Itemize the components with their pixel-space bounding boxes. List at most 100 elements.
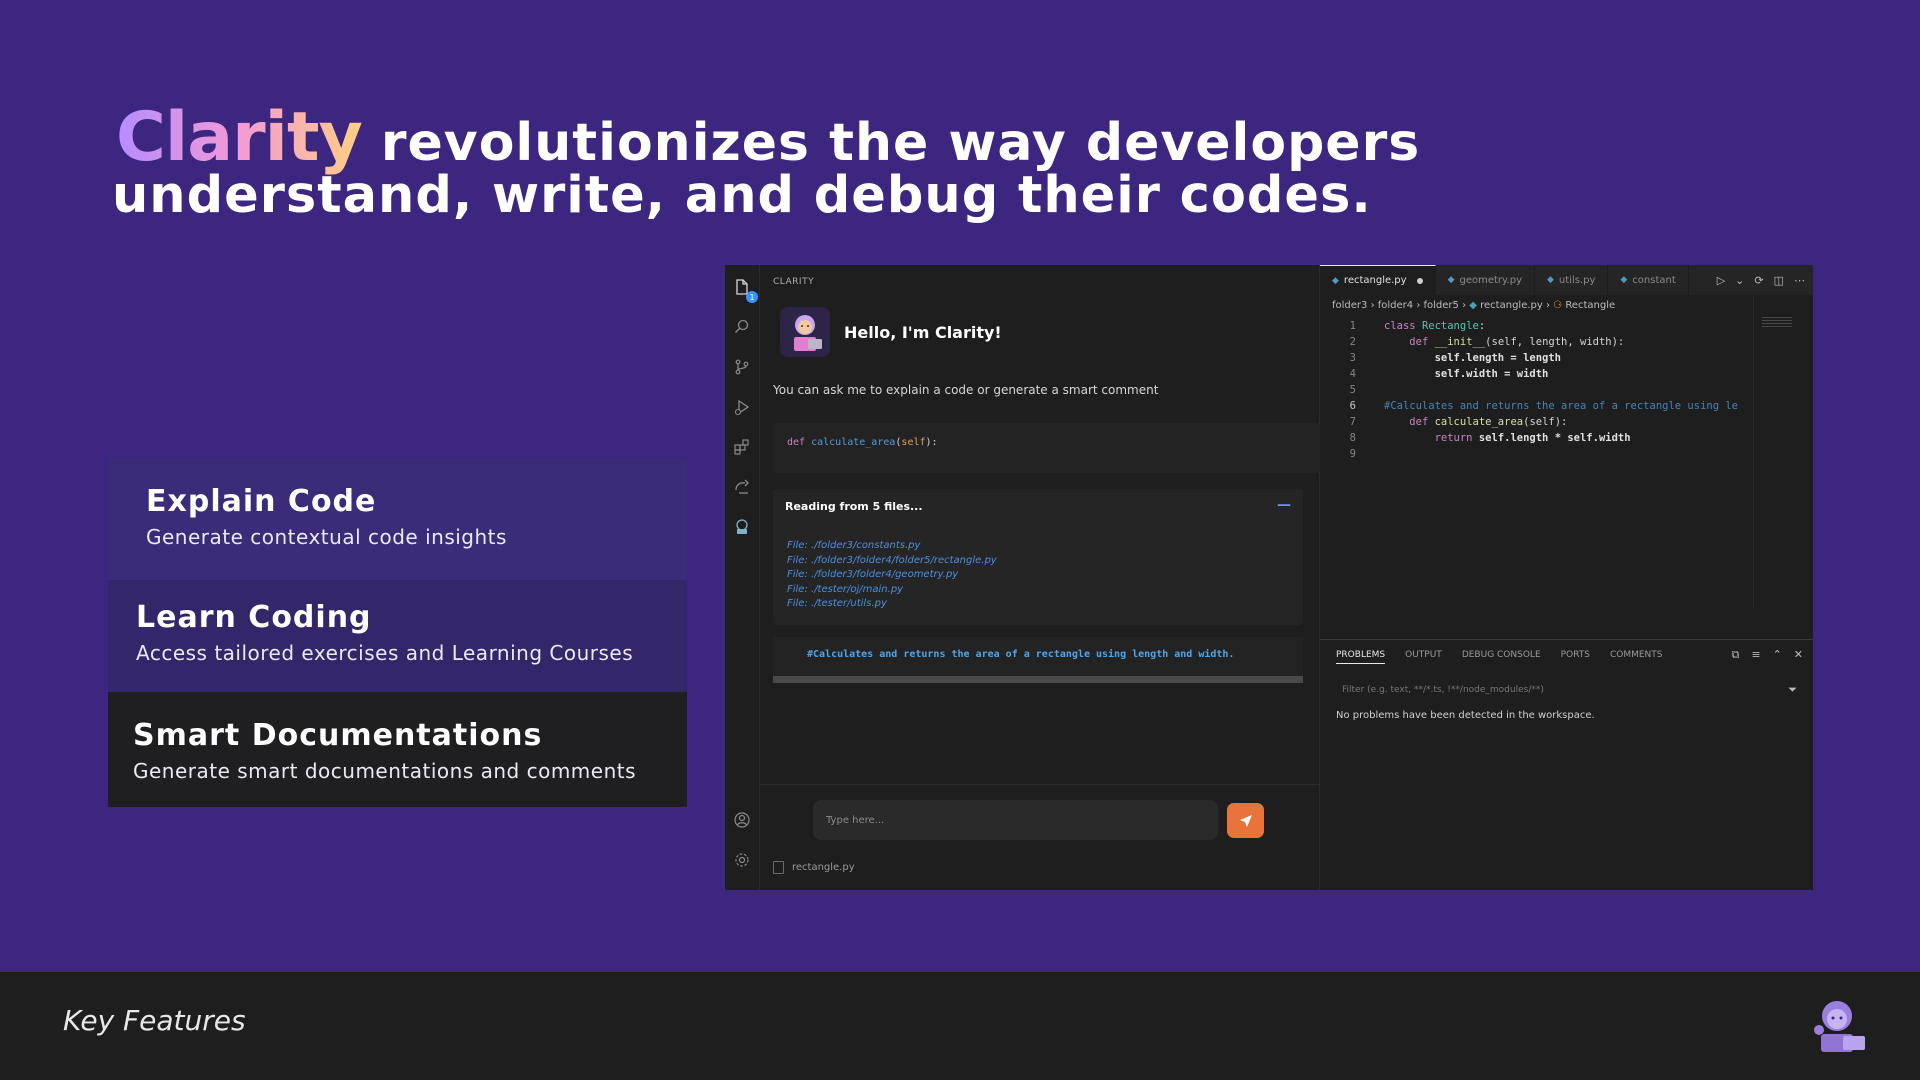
search-icon[interactable]	[732, 317, 752, 337]
list-icon[interactable]: ≡	[1751, 648, 1760, 662]
reading-title: Reading from 5 files...	[785, 500, 923, 513]
minimap[interactable]	[1753, 297, 1813, 607]
hero-line-2: understand, write, and debug their codes…	[112, 166, 1372, 225]
explorer-badge: 1	[746, 291, 758, 303]
split-editor-icon[interactable]: ◫	[1774, 274, 1784, 287]
account-icon[interactable]	[732, 810, 752, 830]
tab-comments[interactable]: COMMENTS	[1610, 650, 1663, 664]
clarity-chat-panel: CLARITY Hello, I'm Clarity! You can ask …	[760, 265, 1320, 890]
problems-filter[interactable]: Filter (e.g. text, **/*.ts, !**/node_mod…	[1328, 680, 1803, 700]
feature-description: Generate smart documentations and commen…	[133, 759, 637, 783]
chat-divider	[760, 784, 1319, 785]
chat-subtitle: You can ask me to explain a code or gene…	[773, 383, 1159, 397]
feature-description: Access tailored exercises and Learning C…	[136, 641, 634, 665]
run-debug-icon[interactable]	[732, 397, 752, 417]
attached-file-name: rectangle.py	[792, 862, 855, 873]
problems-message: No problems have been detected in the wo…	[1336, 710, 1595, 721]
feature-title: Learn Coding	[136, 600, 372, 635]
reading-files-card: Reading from 5 files... — File: ./folder…	[773, 489, 1303, 625]
class-symbol-icon: ⚆	[1553, 300, 1563, 311]
chat-input[interactable]	[813, 800, 1218, 840]
bottom-panel: PROBLEMS OUTPUT DEBUG CONSOLE PORTS COMM…	[1320, 639, 1813, 890]
breadcrumb-item[interactable]: folder3	[1332, 300, 1367, 311]
file-item[interactable]: File: ./folder3/folder4/folder5/rectangl…	[787, 554, 997, 569]
python-file-icon: ◆	[1546, 275, 1554, 285]
tab-problems[interactable]: PROBLEMS	[1336, 650, 1386, 664]
explorer-icon[interactable]: 1	[732, 277, 758, 303]
chat-input-container	[813, 800, 1218, 840]
tab-label: constant	[1632, 274, 1676, 286]
tab-utils-py[interactable]: ◆ utils.py	[1535, 265, 1609, 295]
feature-smart-documentations[interactable]: Smart Documentations Generate smart docu…	[108, 692, 687, 807]
code-line: 5	[1349, 384, 1356, 396]
breadcrumb-item[interactable]: Rectangle	[1565, 300, 1615, 311]
send-icon	[1239, 814, 1252, 827]
attached-file-tag[interactable]: rectangle.py	[773, 861, 855, 874]
feature-title: Smart Documentations	[133, 718, 543, 753]
breadcrumb-item[interactable]: folder5	[1424, 300, 1459, 311]
more-icon[interactable]: ⋯	[1794, 274, 1805, 287]
copy-icon[interactable]: ⧉	[1731, 648, 1739, 662]
clarity-avatar-icon	[780, 307, 830, 357]
code-keyword: def	[787, 437, 806, 448]
hero-line-1: Clarity revolutionizes the way developer…	[116, 98, 1420, 177]
code-line: 1 class Rectangle:	[1349, 320, 1486, 332]
chevron-down-icon[interactable]: ⌄	[1735, 274, 1744, 287]
code-function: calculate_area	[811, 437, 896, 448]
file-item[interactable]: File: ./tester/utils.py	[787, 597, 997, 612]
code-line: 3 self.length = length	[1349, 352, 1562, 364]
tab-geometry-py[interactable]: ◆ geometry.py	[1436, 265, 1535, 295]
python-file-icon: ◆	[1332, 275, 1339, 286]
breadcrumb-item[interactable]: rectangle.py	[1480, 300, 1543, 311]
activity-bar: 1	[725, 265, 760, 890]
settings-gear-icon[interactable]	[732, 850, 752, 870]
tab-label: geometry.py	[1459, 274, 1522, 286]
code-editor: ◆ rectangle.py ◆ geometry.py ◆ utils.py …	[1320, 265, 1813, 890]
collapse-icon[interactable]: —	[1277, 497, 1291, 513]
footer-label: Key Features	[63, 1004, 246, 1037]
file-item[interactable]: File: ./folder3/folder4/geometry.py	[787, 568, 997, 583]
extensions-icon[interactable]	[732, 437, 752, 457]
unsaved-dot-icon	[1416, 277, 1423, 284]
tab-debug-console[interactable]: DEBUG CONSOLE	[1462, 650, 1541, 664]
editor-actions: ▷ ⌄ ⟳ ◫ ⋯	[1717, 265, 1805, 295]
tab-label: utils.py	[1558, 274, 1596, 286]
file-item[interactable]: File: ./tester/oj/main.py	[787, 583, 997, 598]
close-icon[interactable]: ✕	[1794, 648, 1803, 662]
chat-code-snippet: def calculate_area(self):	[773, 423, 1320, 473]
code-line: 7 def calculate_area(self):	[1349, 416, 1568, 428]
file-list: File: ./folder3/constants.py File: ./fol…	[787, 539, 997, 612]
code-line: 4 self.width = width	[1349, 368, 1549, 380]
chevron-up-icon[interactable]: ⌃	[1773, 648, 1782, 662]
remote-icon[interactable]	[732, 477, 752, 497]
feature-list: Explain Code Generate contextual code in…	[108, 458, 687, 807]
filter-icon[interactable]: ⏷	[1788, 683, 1797, 697]
panel-actions: ⧉ ≡ ⌃ ✕	[1731, 648, 1803, 662]
python-file-icon: ◆	[1620, 275, 1628, 285]
send-button[interactable]	[1227, 803, 1264, 838]
chat-greeting-text: Hello, I'm Clarity!	[844, 322, 1002, 342]
code-line: 8 return self.length * self.width	[1349, 432, 1631, 444]
tab-ports[interactable]: PORTS	[1561, 650, 1590, 664]
tab-rectangle-py[interactable]: ◆ rectangle.py	[1320, 265, 1436, 295]
feature-explain-code[interactable]: Explain Code Generate contextual code in…	[108, 458, 687, 580]
tab-output[interactable]: OUTPUT	[1405, 650, 1442, 664]
tab-constant[interactable]: ◆ constant	[1608, 265, 1689, 295]
feature-title: Explain Code	[146, 484, 377, 519]
source-control-icon[interactable]	[732, 357, 752, 377]
python-file-icon: ◆	[1469, 300, 1477, 311]
code-line: 2 def __init__(self, length, width):	[1349, 336, 1625, 348]
breadcrumb: folder3 › folder4 › folder5 › ◆ rectangl…	[1332, 300, 1616, 311]
code-param: self	[901, 437, 926, 448]
chat-panel-header: CLARITY	[773, 277, 815, 287]
clarity-mascot-icon	[1807, 996, 1871, 1058]
sync-icon[interactable]: ⟳	[1754, 274, 1763, 287]
code-area[interactable]: 1 class Rectangle: 2 def __init__(self, l…	[1320, 318, 1738, 462]
file-item[interactable]: File: ./folder3/constants.py	[787, 539, 997, 554]
generated-comment: #Calculates and returns the area of a re…	[773, 637, 1303, 683]
clarity-extension-icon[interactable]	[732, 517, 752, 537]
run-icon[interactable]: ▷	[1717, 274, 1725, 287]
feature-learn-coding[interactable]: Learn Coding Access tailored exercises a…	[108, 580, 687, 692]
breadcrumb-item[interactable]: folder4	[1378, 300, 1413, 311]
chat-greeting: Hello, I'm Clarity!	[780, 307, 1002, 357]
